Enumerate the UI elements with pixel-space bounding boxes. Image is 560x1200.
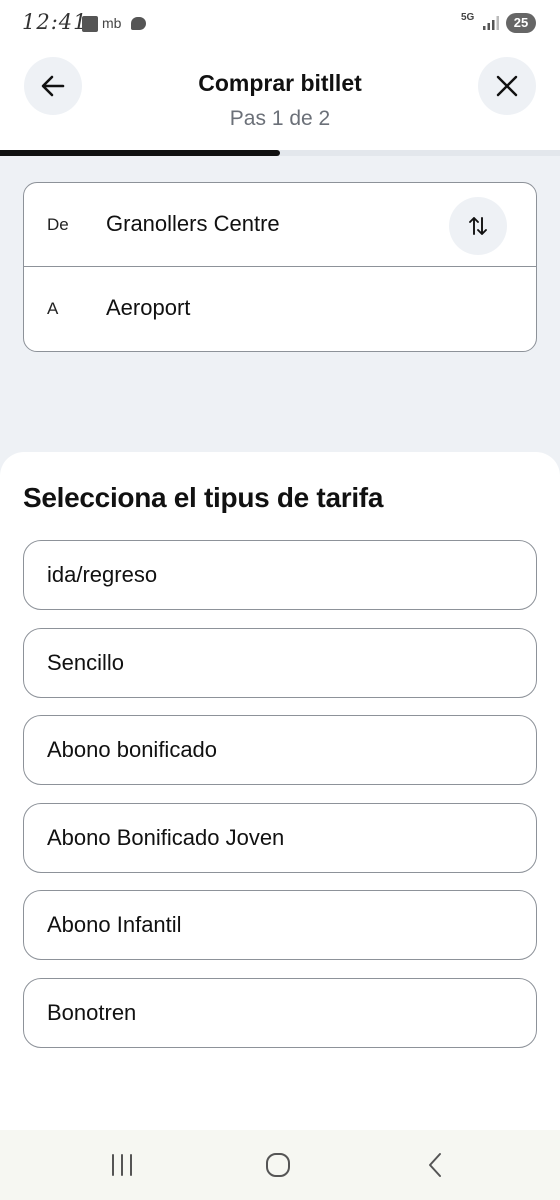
origin-label: De	[47, 215, 69, 234]
nav-back-icon	[429, 1153, 441, 1177]
fare-option-ida-regreso[interactable]: ida/regreso	[23, 540, 537, 610]
destination-label: A	[47, 299, 59, 318]
fare-option-abono-bonificado[interactable]: Abono bonificado	[23, 715, 537, 785]
status-bar: 12:41 mb 5G 25	[0, 0, 560, 50]
swap-stations-button[interactable]	[449, 197, 507, 255]
network-type-label: 5G	[461, 12, 475, 23]
origin-row[interactable]: De Granollers Centre	[24, 183, 536, 267]
chat-notification-icon	[131, 17, 146, 30]
recents-button[interactable]	[92, 1147, 152, 1183]
page-title: Comprar bitllet	[198, 70, 362, 96]
origin-station[interactable]: Granollers Centre	[106, 211, 280, 237]
destination-station[interactable]: Aeroport	[106, 295, 190, 321]
app-notification-icon	[82, 16, 98, 32]
fare-option-abono-bonificado-joven[interactable]: Abono Bonificado Joven	[23, 802, 537, 873]
fare-option-bonotren[interactable]: Bonotren	[23, 977, 537, 1048]
route-section: De Granollers Centre A Aeroport	[0, 156, 560, 486]
route-card: De Granollers Centre A Aeroport	[23, 182, 537, 352]
fare-section-title: Selecciona el tipus de tarifa	[23, 482, 384, 513]
battery-indicator: 25	[506, 13, 536, 33]
status-carrier: mb	[102, 15, 122, 31]
fare-selection-sheet: Selecciona el tipus de tarifa ida/regres…	[0, 452, 560, 1130]
close-icon	[496, 75, 518, 97]
home-button[interactable]	[248, 1147, 308, 1183]
header: Comprar bitllet Pas 1 de 2	[0, 50, 560, 150]
system-nav-bar	[0, 1130, 560, 1200]
status-time: 12:41	[22, 10, 88, 34]
nav-back-button[interactable]	[405, 1147, 465, 1183]
swap-vertical-icon	[469, 217, 487, 235]
step-indicator: Pas 1 de 2	[229, 107, 331, 130]
close-button[interactable]	[478, 57, 536, 115]
fare-options-list: ida/regreso Sencillo Abono bonificado Ab…	[23, 540, 537, 1065]
fare-option-abono-infantil[interactable]: Abono Infantil	[23, 890, 537, 960]
recents-icon	[112, 1154, 132, 1176]
destination-row[interactable]: A Aeroport	[24, 267, 536, 351]
home-icon	[266, 1153, 290, 1177]
signal-icon	[483, 16, 499, 30]
fare-option-sencillo[interactable]: Sencillo	[23, 627, 537, 698]
